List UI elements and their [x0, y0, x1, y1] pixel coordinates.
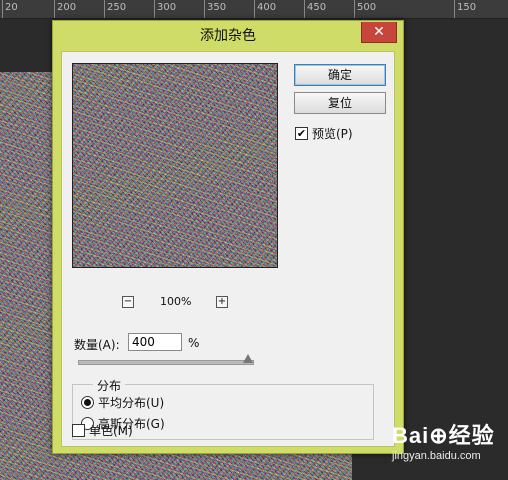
- uniform-radio[interactable]: [81, 396, 94, 409]
- zoom-level: 100%: [160, 295, 192, 308]
- ruler-tick: 350: [204, 0, 226, 18]
- watermark-logo: Bai⊕经验: [392, 423, 495, 448]
- ruler-tick: 500: [354, 0, 376, 18]
- ruler-tick: 450: [304, 0, 326, 18]
- amount-unit: %: [188, 336, 200, 350]
- ruler-tick: 20: [2, 0, 18, 18]
- amount-input[interactable]: [128, 333, 182, 351]
- close-button[interactable]: ✕: [361, 22, 397, 43]
- ruler-tick: 250: [104, 0, 126, 18]
- monochromatic-checkbox[interactable]: [72, 424, 85, 437]
- dialog-body: − 100% + 确定 复位 ✔ 预览(P) 数量(A): % 分布 平均分布(…: [61, 51, 395, 447]
- amount-label: 数量(A):: [74, 338, 120, 352]
- ruler-tick: 150: [454, 0, 476, 18]
- ruler-tick: 300: [154, 0, 176, 18]
- preview-label: 预览(P): [312, 127, 353, 141]
- horizontal-ruler: 20 200 250 300 350 400 450 500 150: [0, 0, 508, 19]
- ok-button[interactable]: 确定: [294, 64, 386, 86]
- amount-slider-thumb[interactable]: [243, 354, 253, 363]
- zoom-controls: − 100% +: [122, 295, 242, 310]
- watermark-url: jingyan.baidu.com: [392, 450, 481, 462]
- zoom-out-button[interactable]: −: [122, 296, 134, 308]
- preview-toggle[interactable]: ✔ 预览(P): [295, 125, 353, 142]
- zoom-in-button[interactable]: +: [216, 296, 228, 308]
- baidu-jingyan-watermark: Bai⊕经验 jingyan.baidu.com: [392, 418, 504, 468]
- uniform-option[interactable]: 平均分布(U): [81, 394, 164, 411]
- monochromatic-label: 单色(M): [89, 424, 133, 438]
- reset-button[interactable]: 复位: [294, 92, 386, 114]
- dialog-title: 添加杂色: [200, 28, 256, 44]
- monochromatic-toggle[interactable]: 单色(M): [72, 422, 133, 439]
- amount-slider-track[interactable]: [78, 360, 254, 365]
- ruler-tick: 200: [54, 0, 76, 18]
- ruler-tick: 400: [254, 0, 276, 18]
- preview-checkbox[interactable]: ✔: [295, 127, 308, 140]
- distribution-legend: 分布: [93, 377, 126, 394]
- preview-image[interactable]: [72, 63, 278, 268]
- add-noise-dialog: 添加杂色 ✕ − 100% + 确定 复位 ✔ 预览(P) 数量(A): % 分…: [52, 20, 404, 454]
- uniform-label: 平均分布(U): [98, 396, 165, 410]
